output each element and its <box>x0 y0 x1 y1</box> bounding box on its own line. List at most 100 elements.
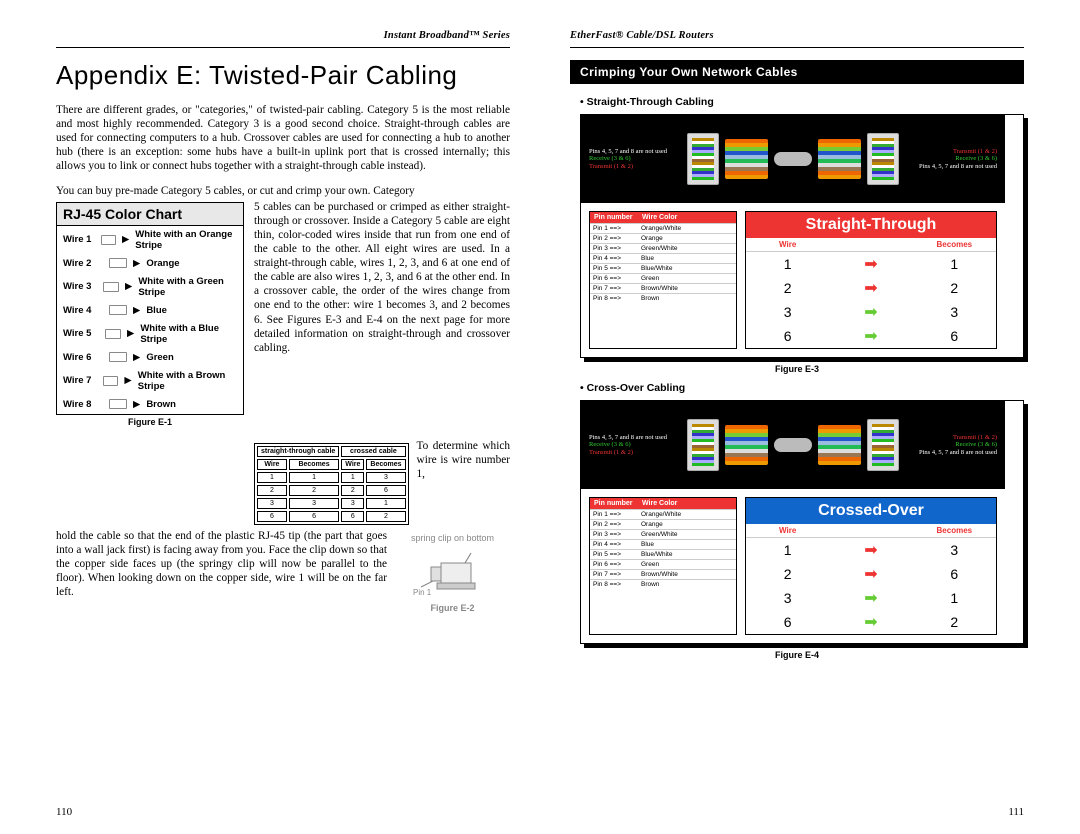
becomes-row: 1➡1 <box>746 252 996 276</box>
left-rule <box>56 47 510 48</box>
wire-name: Wire 4 <box>63 305 103 316</box>
arrow-icon: ▶ <box>127 328 134 339</box>
arrow-icon: ▶ <box>125 281 132 292</box>
wire-name: Wire 1 <box>63 234 95 245</box>
wire-name: Wire 5 <box>63 328 99 339</box>
left-end-labels: Pins 4, 5, 7 and 8 are not used Receive … <box>589 434 681 455</box>
rj45-wire-row: Wire 4 ▶ Blue <box>57 302 243 320</box>
connector-right-icon <box>867 133 900 185</box>
wire-name: Wire 6 <box>63 352 103 363</box>
wire-color: Orange <box>146 258 179 269</box>
cable-icon <box>774 152 813 166</box>
page-number-right: 111 <box>1008 806 1024 818</box>
wire-fanout-icon <box>818 425 860 465</box>
becomes-row: 1➡3 <box>746 538 996 562</box>
figure-e4-caption: Figure E-4 <box>570 650 1024 660</box>
section-heading: Crimping Your Own Network Cables <box>570 60 1024 84</box>
arrow-icon: ▶ <box>133 399 140 410</box>
arrow-icon: ▶ <box>133 258 140 269</box>
rj45-tip-icon: Pin 1 <box>413 545 493 601</box>
pin-color-table: Pin numberWire ColorPin 1 ==>Orange/Whit… <box>589 211 737 349</box>
becomes-row: 2➡2 <box>746 276 996 300</box>
becomes-table: Straight-Through WireBecomes1➡12➡23➡36➡6 <box>745 211 997 349</box>
figure-e3-caption: Figure E-3 <box>570 364 1024 374</box>
connector-left-icon <box>687 133 720 185</box>
mini-st-hdr: straight-through cable <box>257 446 339 457</box>
right-end-labels: Transmit (1 & 2) Receive (3 & 6) Pins 4,… <box>905 434 997 455</box>
rj45-wire-row: Wire 1 ▶ White with an Orange Stripe <box>57 226 243 255</box>
wire-swatch-icon <box>109 352 127 362</box>
rj45-chart: RJ-45 Color Chart Wire 1▶White with an O… <box>56 202 244 415</box>
arrow-icon: ▶ <box>122 234 129 245</box>
wire-color: White with a Brown Stripe <box>138 370 237 392</box>
arrow-icon: ➡ <box>829 564 912 584</box>
figure-e4: Pins 4, 5, 7 and 8 are not used Receive … <box>580 400 1024 644</box>
wire-swatch-icon <box>109 258 127 268</box>
connector-left-icon <box>687 419 720 471</box>
arrow-icon: ➡ <box>829 612 912 632</box>
wire-swatch-icon <box>103 282 119 292</box>
wire-color: White with an Orange Stripe <box>135 229 237 251</box>
wire-fanout-icon <box>818 139 860 179</box>
figure-e3: Pins 4, 5, 7 and 8 are not used Receive … <box>580 114 1024 358</box>
wire-swatch-icon <box>109 399 127 409</box>
wire-name: Wire 7 <box>63 375 97 386</box>
connector-right-icon <box>867 419 900 471</box>
becomes-row: 6➡6 <box>746 324 996 348</box>
cable-icon <box>774 438 813 452</box>
pin-color-table: Pin numberWire ColorPin 1 ==>Orange/Whit… <box>589 497 737 635</box>
arrow-icon: ➡ <box>829 302 912 322</box>
arrow-icon: ➡ <box>829 254 912 274</box>
arrow-icon: ▶ <box>133 305 140 316</box>
diagram-badge: Crossed-Over <box>746 498 996 524</box>
figure-e2-caption: Figure E-2 <box>395 603 510 613</box>
rj45-wire-row: Wire 6 ▶ Green <box>57 349 243 367</box>
mini-co-hdr: crossed cable <box>341 446 405 457</box>
cross-over-label: • Cross-Over Cabling <box>580 382 1024 394</box>
wire-name: Wire 8 <box>63 399 103 410</box>
rj45-wire-row: Wire 2 ▶ Orange <box>57 255 243 273</box>
right-rule <box>570 47 1024 48</box>
appendix-title: Appendix E: Twisted-Pair Cabling <box>56 60 510 91</box>
wire-color: Blue <box>146 305 167 316</box>
diagram-bottom: Pin numberWire ColorPin 1 ==>Orange/Whit… <box>581 489 1005 643</box>
becomes-table: Crossed-Over WireBecomes1➡32➡63➡16➡2 <box>745 497 997 635</box>
arrow-icon: ▶ <box>124 375 131 386</box>
right-running-header: EtherFast® Cable/DSL Routers <box>570 30 1024 41</box>
left-running-header: Instant Broadband™ Series <box>56 30 510 41</box>
arrow-icon: ➡ <box>829 278 912 298</box>
wrap-row: RJ-45 Color Chart Wire 1▶White with an O… <box>56 200 510 439</box>
diagram-top: Pins 4, 5, 7 and 8 are not used Receive … <box>581 401 1005 489</box>
wire-name: Wire 3 <box>63 281 97 292</box>
page-number-left: 110 <box>56 806 72 818</box>
diagram-bottom: Pin numberWire ColorPin 1 ==>Orange/Whit… <box>581 203 1005 357</box>
wire-color: Brown <box>146 399 176 410</box>
left-end-labels: Pins 4, 5, 7 and 8 are not used Receive … <box>589 148 681 169</box>
arrow-icon: ➡ <box>829 540 912 560</box>
wire-name: Wire 2 <box>63 258 103 269</box>
wire-swatch-icon <box>105 329 121 339</box>
arrow-icon: ▶ <box>133 352 140 363</box>
becomes-row: 3➡3 <box>746 300 996 324</box>
rj45-wire-row: Wire 5 ▶ White with a Blue Stripe <box>57 320 243 349</box>
figure-e1-caption: Figure E-1 <box>56 417 244 427</box>
arrow-icon: ➡ <box>829 326 912 346</box>
diagram-top: Pins 4, 5, 7 and 8 are not used Receive … <box>581 115 1005 203</box>
wire-swatch-icon <box>101 235 116 245</box>
wire-swatch-icon <box>103 376 119 386</box>
para-1: There are different grades, or "categori… <box>56 103 510 174</box>
rj45-wire-row: Wire 8 ▶ Brown <box>57 396 243 414</box>
wire-fanout-icon <box>725 425 767 465</box>
wire-swatch-icon <box>109 305 127 315</box>
right-page: EtherFast® Cable/DSL Routers Crimping Yo… <box>540 0 1080 834</box>
wire-color: Green <box>146 352 173 363</box>
wire-color: White with a Green Stripe <box>138 276 237 298</box>
rj45-wire-row: Wire 7 ▶ White with a Brown Stripe <box>57 367 243 396</box>
rj45-tip-figure: spring clip on bottom Pin 1 Figure E-2 <box>395 533 510 621</box>
diagram-badge: Straight-Through <box>746 212 996 238</box>
becomes-row: 2➡6 <box>746 562 996 586</box>
wire-fanout-icon <box>725 139 767 179</box>
left-page: Instant Broadband™ Series Appendix E: Tw… <box>0 0 540 834</box>
wire-color: White with a Blue Stripe <box>140 323 237 345</box>
para-2-intro: You can buy pre-made Category 5 cables, … <box>56 184 510 198</box>
